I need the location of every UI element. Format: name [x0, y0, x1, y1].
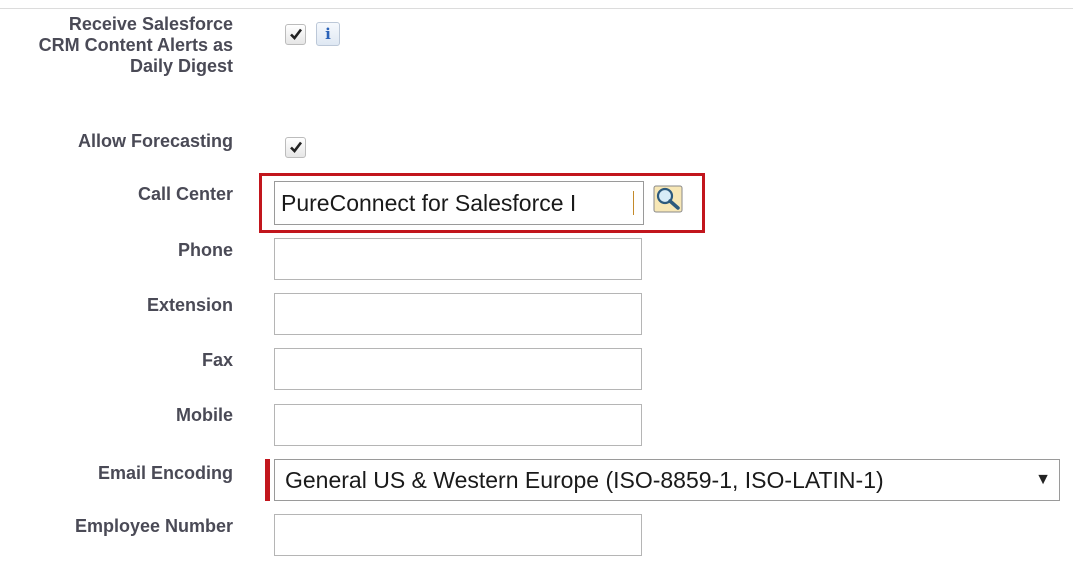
- employee-number-input[interactable]: [274, 514, 642, 556]
- lookup-button[interactable]: [652, 184, 686, 216]
- checkmark-icon: [290, 141, 303, 153]
- email-encoding-select[interactable]: General US & Western Europe (ISO-8859-1,…: [274, 459, 1060, 501]
- forecasting-checkbox[interactable]: [285, 137, 306, 158]
- fax-input[interactable]: [274, 348, 642, 390]
- required-indicator: [265, 459, 270, 501]
- content-alerts-label: Receive Salesforce CRM Content Alerts as…: [38, 14, 233, 76]
- section-divider: [0, 8, 1073, 9]
- phone-input[interactable]: [274, 238, 642, 280]
- text-caret: [633, 191, 634, 215]
- email-encoding-value: General US & Western Europe (ISO-8859-1,…: [285, 467, 884, 493]
- email-encoding-label: Email Encoding: [97, 463, 233, 483]
- fax-label: Fax: [201, 350, 233, 370]
- checkmark-icon: [290, 28, 303, 40]
- extension-input[interactable]: [274, 293, 642, 335]
- content-alerts-checkbox[interactable]: [285, 24, 306, 45]
- magnifier-lookup-icon: [653, 185, 683, 213]
- employee-number-label: Employee Number: [74, 516, 233, 536]
- dropdown-arrow-icon: ▼: [1035, 471, 1051, 488]
- call-center-label: Call Center: [137, 184, 233, 204]
- extension-label: Extension: [146, 295, 233, 315]
- forecasting-label: Allow Forecasting: [77, 131, 233, 151]
- info-button[interactable]: i: [316, 22, 340, 46]
- call-center-input[interactable]: PureConnect for Salesforce I: [274, 181, 644, 225]
- phone-label: Phone: [177, 240, 233, 260]
- mobile-input[interactable]: [274, 404, 642, 446]
- mobile-label: Mobile: [176, 405, 233, 425]
